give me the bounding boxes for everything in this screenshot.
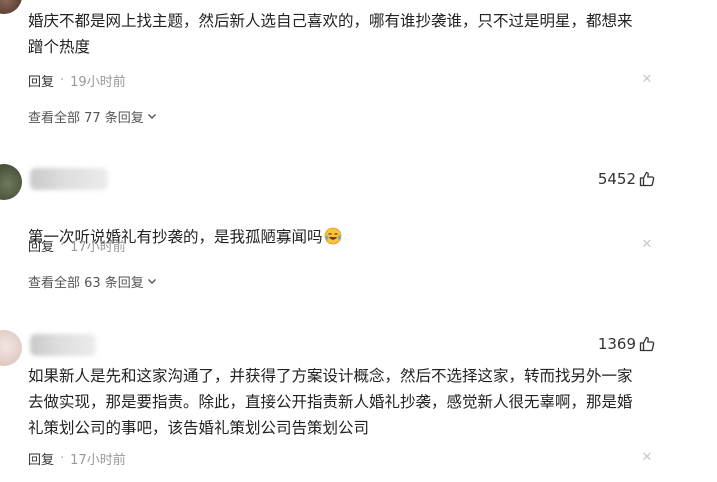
like-button[interactable]: 5452 xyxy=(598,168,655,190)
comment-text: 婚庆不都是网上找主题，然后新人选自己喜欢的，哪有谁抄袭谁，只不过是明星，都想来 … xyxy=(28,12,633,56)
view-all-replies-button[interactable]: 查看全部 63 条回复 xyxy=(28,271,158,291)
view-all-replies-label: 查看全部 63 条回复 xyxy=(28,275,144,291)
like-button[interactable]: 1369 xyxy=(598,333,655,355)
view-all-replies-label: 查看全部 77 条回复 xyxy=(28,110,144,126)
username-blurred[interactable] xyxy=(30,334,96,356)
separator-dot: · xyxy=(60,450,65,466)
comment-time: 17小时前 xyxy=(70,239,126,255)
chevron-down-icon xyxy=(147,114,156,119)
reply-button[interactable]: 回复 xyxy=(28,449,54,468)
separator-dot: · xyxy=(60,72,65,88)
avatar[interactable] xyxy=(0,330,22,366)
crying-laughing-emoji xyxy=(324,227,341,245)
like-count: 5452 xyxy=(597,170,636,188)
separator-dot: · xyxy=(60,237,65,253)
avatar[interactable] xyxy=(0,164,22,200)
reply-button[interactable]: 回复 xyxy=(28,236,54,255)
comment-text: 如果新人是先和这家沟通了，并获得了方案设计概念，然后不选择这家，转而找另外一家 … xyxy=(28,367,633,437)
comment-meta: 回复 · 17小时前 xyxy=(28,448,126,468)
username-blurred[interactable] xyxy=(30,168,108,190)
comment-meta: 回复 · 17小时前 xyxy=(28,235,126,255)
reply-button[interactable]: 回复 xyxy=(28,71,54,90)
like-count: 1369 xyxy=(597,335,636,353)
thumbs-up-icon xyxy=(639,336,655,352)
comment-time: 19小时前 xyxy=(70,74,126,90)
avatar[interactable] xyxy=(0,0,22,14)
chevron-down-icon xyxy=(147,279,156,284)
close-icon[interactable]: ✕ xyxy=(640,238,654,252)
comment-time: 17小时前 xyxy=(70,452,126,468)
thumbs-up-icon xyxy=(639,171,655,187)
comment-meta: 回复 · 19小时前 xyxy=(28,70,126,90)
close-icon[interactable]: ✕ xyxy=(640,73,654,87)
view-all-replies-button[interactable]: 查看全部 77 条回复 xyxy=(28,106,158,126)
close-icon[interactable]: ✕ xyxy=(640,451,654,465)
